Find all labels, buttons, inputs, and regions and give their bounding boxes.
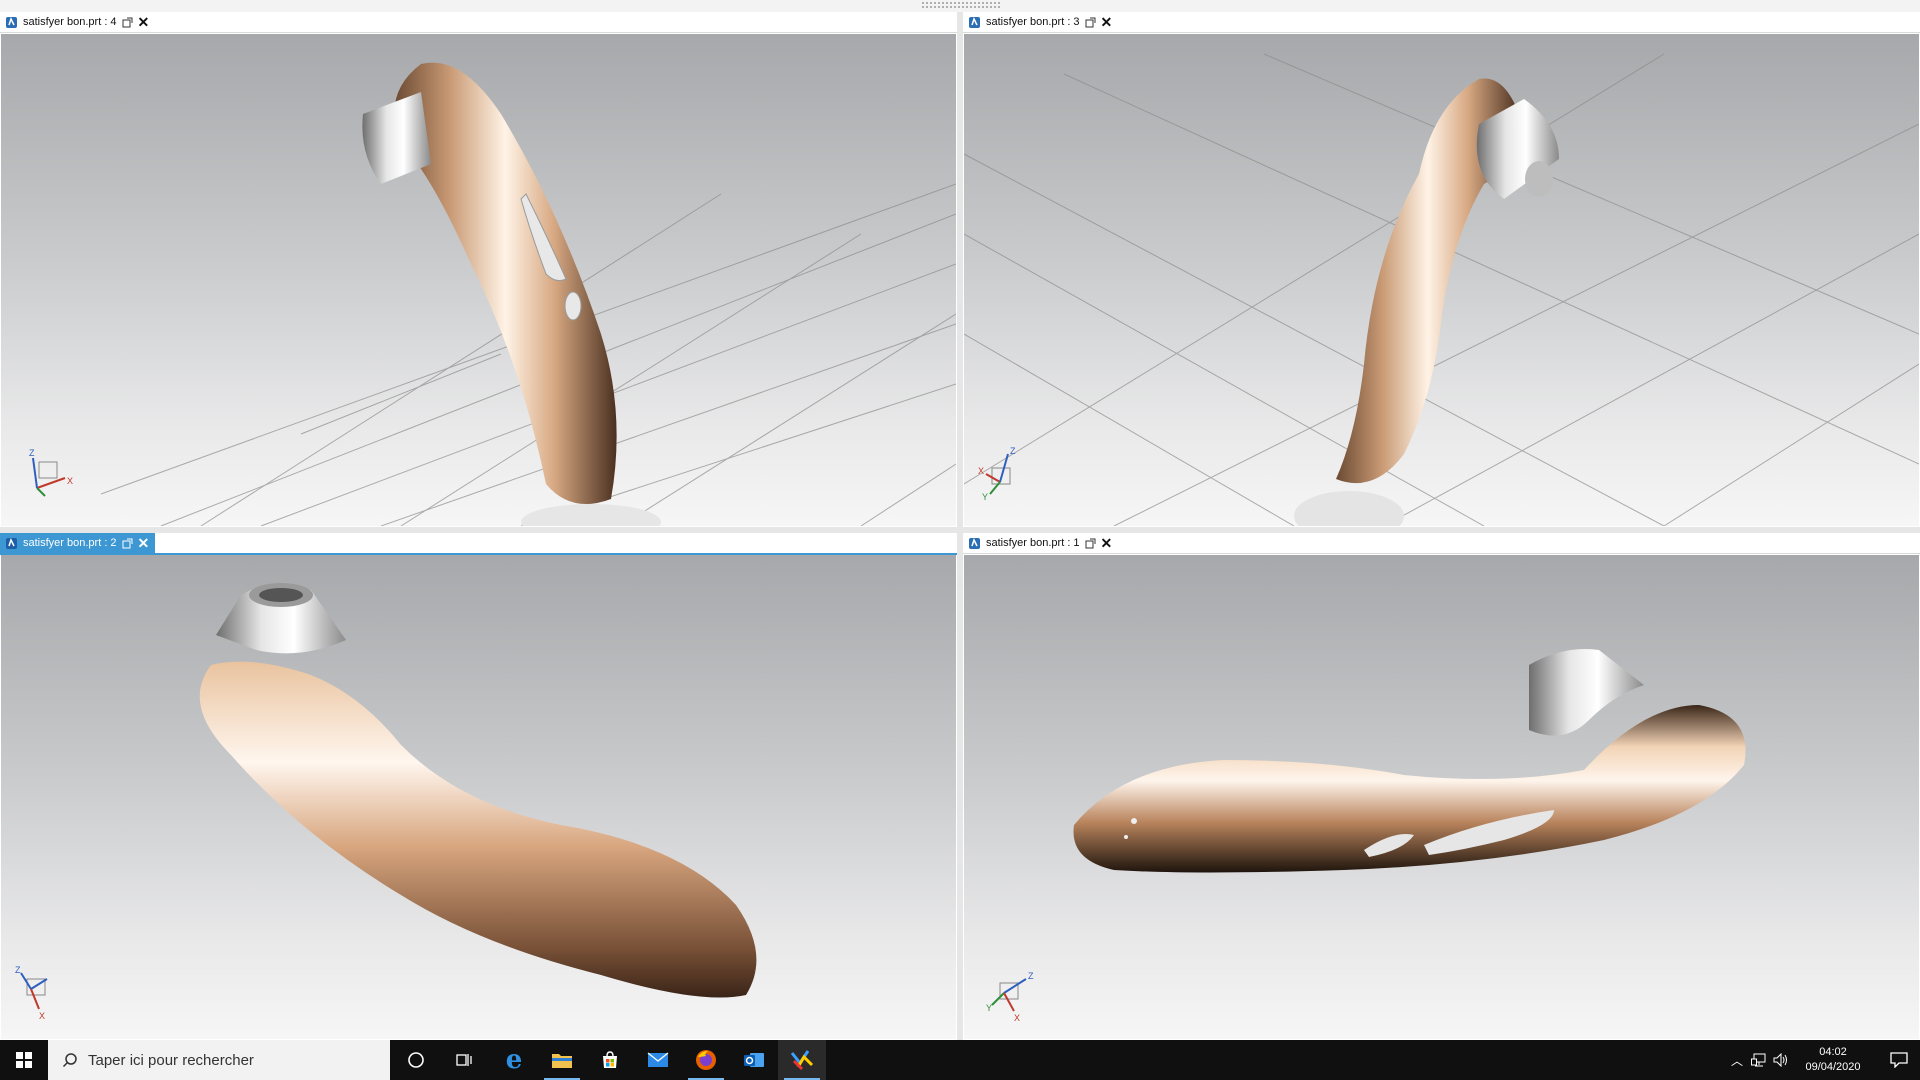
3d-viewport[interactable]: Z X bbox=[1, 555, 956, 1039]
3d-viewport[interactable]: X Z Y bbox=[964, 34, 1919, 526]
viewport-tab-3[interactable]: satisfyer bon.prt : 3 ✕ bbox=[963, 12, 1118, 32]
undock-icon[interactable] bbox=[122, 538, 133, 549]
volume-icon bbox=[1773, 1053, 1787, 1067]
taskbar-app-store[interactable] bbox=[586, 1040, 634, 1080]
windows-taskbar: Taper ici pour rechercher e ︿ 04:02 09/0 bbox=[0, 1040, 1920, 1080]
cortana-icon bbox=[408, 1052, 424, 1068]
tray-overflow-button[interactable]: ︿ bbox=[1726, 1040, 1748, 1080]
part-file-icon bbox=[6, 16, 17, 28]
file-explorer-icon bbox=[552, 1054, 572, 1068]
taskbar-clock[interactable]: 04:02 09/04/2020 bbox=[1788, 1040, 1878, 1080]
viewport-tabbar: satisfyer bon.prt : 2 ✕ bbox=[0, 533, 957, 554]
axis-triad: X Z Y bbox=[978, 446, 1016, 502]
clock-date: 09/04/2020 bbox=[1805, 1061, 1861, 1073]
viewport-pane-4[interactable]: satisfyer bon.prt : 4 ✕ X Z bbox=[0, 12, 957, 527]
store-icon bbox=[603, 1051, 617, 1068]
viewport-pane-2[interactable]: satisfyer bon.prt : 2 ✕ Z X bbox=[0, 533, 957, 1040]
viewport-tab-label: satisfyer bon.prt : 1 bbox=[986, 537, 1080, 549]
undock-icon[interactable] bbox=[1085, 17, 1096, 28]
viewport-tabbar: satisfyer bon.prt : 1 ✕ bbox=[963, 533, 1920, 554]
action-center-button[interactable] bbox=[1878, 1040, 1920, 1080]
viewport-tab-label: satisfyer bon.prt : 2 bbox=[23, 537, 117, 549]
axis-triad: X Z bbox=[29, 448, 73, 497]
edge-icon: e bbox=[505, 1045, 523, 1075]
viewport-tab-label: satisfyer bon.prt : 4 bbox=[23, 16, 117, 28]
outlook-icon bbox=[744, 1053, 764, 1067]
3d-viewport[interactable]: X Z bbox=[1, 34, 956, 526]
taskbar-app-mail[interactable] bbox=[634, 1040, 682, 1080]
viewport-tabbar: satisfyer bon.prt : 4 ✕ bbox=[0, 12, 957, 33]
undock-icon[interactable] bbox=[1085, 538, 1096, 549]
axis-x-label: X bbox=[39, 1011, 45, 1021]
clock-time: 04:02 bbox=[1819, 1046, 1847, 1058]
resize-grip[interactable] bbox=[921, 1, 1001, 9]
axis-y-label: Y bbox=[982, 492, 988, 502]
viewport-splitter-horizontal[interactable] bbox=[0, 527, 1920, 533]
close-icon[interactable]: ✕ bbox=[138, 15, 150, 29]
taskbar-app-edge[interactable]: e bbox=[490, 1040, 538, 1080]
3d-viewport[interactable]: Z Y X bbox=[964, 555, 1919, 1039]
cortana-button[interactable] bbox=[392, 1040, 440, 1080]
close-icon[interactable]: ✕ bbox=[1101, 536, 1113, 550]
3d-scene bbox=[199, 583, 757, 998]
undock-icon[interactable] bbox=[122, 17, 133, 28]
axis-z-label: Z bbox=[15, 965, 21, 975]
part-file-icon bbox=[969, 537, 980, 549]
axis-z-label: Z bbox=[29, 448, 35, 458]
start-button[interactable] bbox=[0, 1040, 48, 1080]
viewport-tab-2[interactable]: satisfyer bon.prt : 2 ✕ bbox=[0, 533, 156, 553]
viewport-tab-4[interactable]: satisfyer bon.prt : 4 ✕ bbox=[0, 12, 155, 32]
taskbar-search-box[interactable]: Taper ici pour rechercher bbox=[48, 1040, 390, 1080]
windows-logo-icon bbox=[16, 1052, 32, 1068]
viewport-tab-label: satisfyer bon.prt : 3 bbox=[986, 16, 1080, 28]
cad-app-icon bbox=[790, 1050, 814, 1071]
network-tray-button[interactable] bbox=[1748, 1040, 1770, 1080]
axis-triad: Z X bbox=[15, 965, 48, 1021]
notification-icon bbox=[1890, 1052, 1908, 1068]
taskbar-app-outlook[interactable] bbox=[730, 1040, 778, 1080]
viewport-pane-1[interactable]: satisfyer bon.prt : 1 ✕ Z Y X bbox=[963, 533, 1920, 1040]
task-view-button[interactable] bbox=[440, 1040, 488, 1080]
3d-scene bbox=[100, 62, 956, 526]
network-icon bbox=[1751, 1053, 1766, 1067]
axis-y-label: Y bbox=[986, 1003, 992, 1013]
close-icon[interactable]: ✕ bbox=[1101, 15, 1113, 29]
taskbar-app-file-explorer[interactable] bbox=[538, 1040, 586, 1080]
chevron-up-icon: ︿ bbox=[1730, 1053, 1743, 1068]
part-file-icon bbox=[969, 16, 980, 28]
taskbar-app-firefox[interactable] bbox=[682, 1040, 730, 1080]
viewport-splitter-vertical[interactable] bbox=[957, 12, 963, 1040]
viewport-tabbar: satisfyer bon.prt : 3 ✕ bbox=[963, 12, 1920, 33]
close-icon[interactable]: ✕ bbox=[138, 536, 150, 550]
firefox-icon bbox=[696, 1050, 716, 1070]
mail-icon bbox=[647, 1052, 669, 1067]
part-file-icon bbox=[6, 537, 17, 549]
search-placeholder: Taper ici pour rechercher bbox=[88, 1051, 254, 1069]
axis-triad: Z Y X bbox=[986, 971, 1034, 1023]
taskbar-app-cad[interactable] bbox=[778, 1040, 826, 1080]
viewport-pane-3[interactable]: satisfyer bon.prt : 3 ✕ X Z Y bbox=[963, 12, 1920, 527]
3d-scene bbox=[964, 53, 1919, 526]
viewport-tab-1[interactable]: satisfyer bon.prt : 1 ✕ bbox=[963, 533, 1118, 553]
axis-x-label: X bbox=[1014, 1013, 1020, 1023]
axis-z-label: Z bbox=[1010, 446, 1016, 456]
3d-scene bbox=[1073, 649, 1746, 873]
window-top-strip bbox=[0, 0, 1920, 12]
axis-x-label: X bbox=[978, 466, 984, 476]
axis-z-label: Z bbox=[1028, 971, 1034, 981]
axis-x-label: X bbox=[67, 476, 73, 486]
task-view-icon bbox=[456, 1054, 472, 1066]
search-icon bbox=[62, 1053, 77, 1068]
